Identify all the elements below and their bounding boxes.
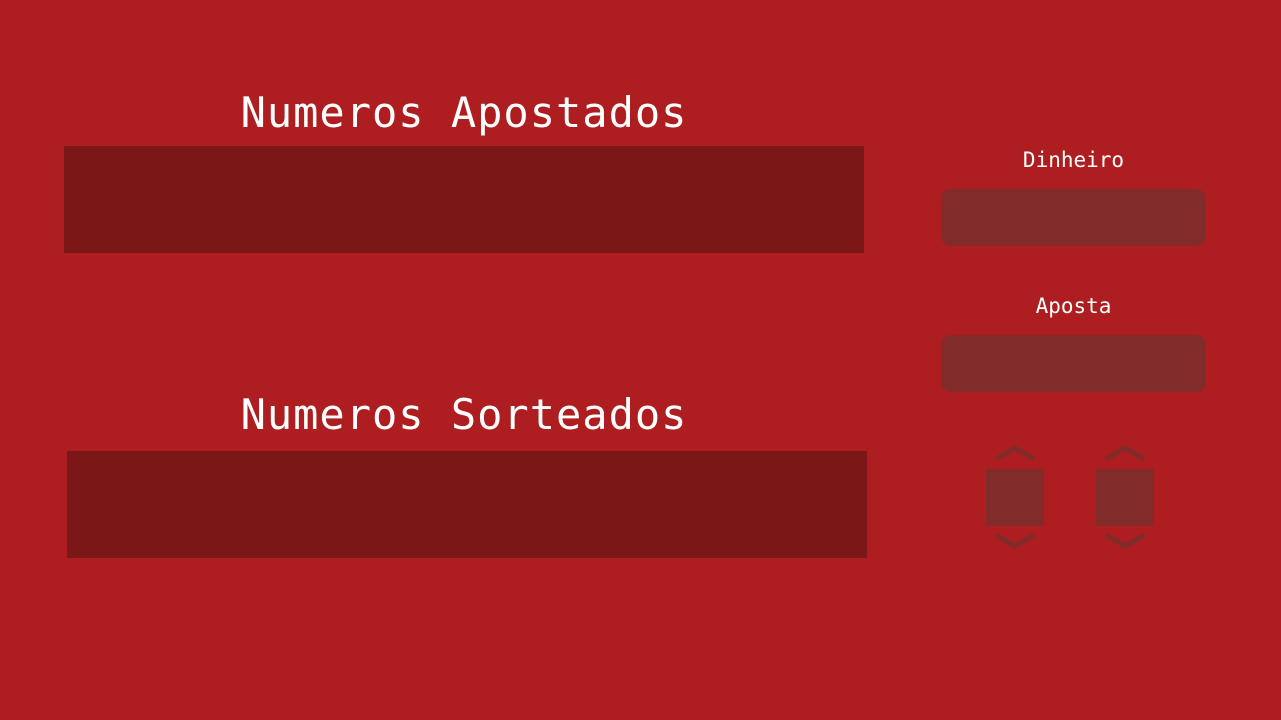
aposta-field [941, 335, 1206, 392]
digit-box [986, 469, 1044, 526]
digit-box [1096, 469, 1154, 526]
dinheiro-field [941, 189, 1206, 246]
chevron-up-icon[interactable] [994, 445, 1036, 461]
sorteados-title: Numeros Sorteados [240, 390, 688, 439]
aposta-label: Aposta [1035, 294, 1112, 318]
digit-stepper-2[interactable] [1096, 445, 1154, 551]
apostados-panel [64, 146, 864, 253]
dinheiro-label: Dinheiro [1022, 148, 1125, 172]
apostados-title: Numeros Apostados [240, 88, 688, 137]
chevron-up-icon[interactable] [1104, 445, 1146, 461]
digit-stepper-1[interactable] [986, 445, 1044, 551]
sorteados-panel [67, 451, 867, 558]
chevron-down-icon[interactable] [994, 533, 1036, 549]
chevron-down-icon[interactable] [1104, 533, 1146, 549]
